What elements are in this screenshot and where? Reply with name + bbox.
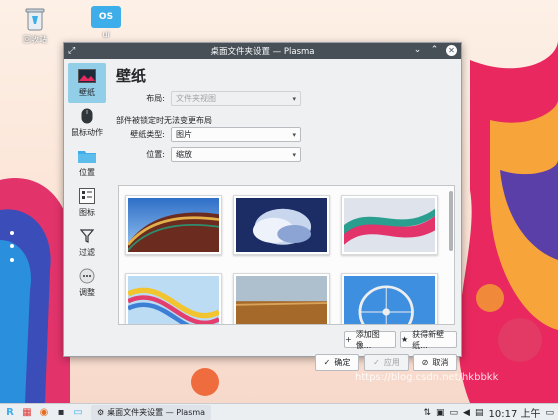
sidebar-label: 调整 (79, 288, 95, 297)
mouse-icon (78, 108, 96, 124)
task-item-folder-settings[interactable]: ⚙ 桌面文件夹设置 — Plasma (91, 404, 212, 420)
trash-label: 回收站 (23, 35, 47, 44)
add-image-label: 添加图像... (355, 329, 380, 350)
desktop-icon[interactable]: ▭ (71, 405, 85, 419)
wallpaper-thumbnail[interactable] (125, 273, 222, 324)
chevron-down-icon[interactable]: ⌄ (412, 45, 423, 56)
add-image-button[interactable]: + 添加图像... (344, 329, 396, 350)
check-icon: ✓ (373, 358, 380, 367)
wallpaper-thumbnail[interactable] (233, 273, 330, 324)
wallpaper-type-select[interactable]: 图片 ▾ (171, 127, 301, 142)
wallpaper-thumbnail[interactable] (341, 273, 438, 324)
sidebar-label: 壁纸 (79, 88, 95, 97)
positioning-select[interactable]: 缩放 ▾ (171, 147, 301, 162)
volume-icon[interactable]: ◀ (463, 408, 470, 418)
desktop-icon-trash[interactable]: 回收站 (15, 6, 55, 45)
wallpaper-grid (118, 185, 455, 325)
wallpaper-type-value: 图片 (176, 130, 192, 139)
firefox-icon[interactable]: ◉ (37, 405, 51, 419)
show-desktop-icon[interactable]: ▭ (545, 408, 554, 418)
cancel-button[interactable]: ⊘ 取消 (413, 354, 457, 371)
launcher-icon[interactable]: R (3, 405, 17, 419)
settings-content: 壁纸 布局: 文件夹视图 ▾ 部件被锁定时无法变更布局 壁纸类型: 图片 ▾ 位… (114, 63, 457, 371)
chevron-down-icon: ▾ (292, 94, 296, 103)
icons-icon (78, 188, 96, 204)
system-tray: ⇅ ▣ ▭ ◀ ▤ 10:17 上午 ▭ (423, 404, 554, 420)
watermark: https://blog.csdn.net/hkbbkk (355, 372, 499, 383)
ok-button[interactable]: ✓ 确定 (315, 354, 359, 371)
sidebar-item-tweaks[interactable]: 调整 (68, 263, 106, 303)
os-icon-label: ui (102, 30, 110, 39)
os-icon: OS (91, 6, 121, 28)
sidebar-item-icons[interactable]: 图标 (68, 183, 106, 223)
task-label: 桌面文件夹设置 — Plasma (107, 407, 206, 417)
dialog-title: 桌面文件夹设置 — Plasma (210, 47, 315, 57)
close-button[interactable]: ✕ (446, 45, 457, 56)
sidebar-label: 鼠标动作 (71, 128, 103, 137)
sidebar-label: 过滤 (79, 248, 95, 257)
sidebar-label: 图标 (79, 208, 95, 217)
clipboard-icon[interactable]: ▣ (436, 408, 445, 418)
settings-sidebar: 壁纸 鼠标动作 位置 图标 过滤 调整 (68, 63, 106, 303)
layout-value: 文件夹视图 (176, 94, 216, 103)
check-icon: ✓ (323, 358, 331, 367)
plus-icon: + (345, 335, 352, 344)
sidebar-item-wallpaper[interactable]: 壁纸 (68, 63, 106, 103)
apply-label: 应用 (383, 358, 400, 367)
wallpaper-thumbnail[interactable] (233, 195, 330, 255)
sidebar-item-filter[interactable]: 过滤 (68, 223, 106, 263)
trash-icon (25, 8, 45, 31)
wallpaper-thumbnail[interactable] (125, 195, 222, 255)
desktop-icon-os[interactable]: OS ui (86, 6, 126, 39)
layout-label: 布局: (146, 94, 165, 103)
cancel-label: 取消 (432, 358, 449, 367)
folder-icon (78, 148, 96, 164)
sidebar-label: 位置 (79, 168, 95, 177)
chevron-up-icon[interactable]: ⌃ (429, 45, 440, 56)
page-title: 壁纸 (116, 67, 147, 85)
star-icon: ★ (401, 335, 409, 344)
scrollbar-thumb[interactable] (449, 191, 453, 251)
wallpaper-type-row: 壁纸类型: 图片 ▾ (114, 127, 301, 142)
pin-icon[interactable]: ⤢ (68, 46, 75, 56)
wallpaper-grid-scrollbar[interactable] (449, 187, 454, 323)
terminal-icon[interactable]: ▪ (54, 405, 68, 419)
wallpaper-type-label: 壁纸类型: (130, 130, 165, 139)
taskbar: R ▦ ◉ ▪ ▭ ⚙ 桌面文件夹设置 — Plasma ⇅ ▣ ▭ ◀ ▤ 1… (0, 403, 558, 420)
positioning-row: 位置: 缩放 ▾ (114, 147, 301, 162)
display-icon[interactable]: ▭ (450, 408, 459, 418)
network-icon[interactable]: ⇅ (423, 408, 431, 418)
cancel-icon: ⊘ (421, 358, 429, 367)
settings-icon: ⚙ (97, 407, 105, 417)
lock-notice: 部件被锁定时无法变更布局 (116, 116, 212, 125)
wallpaper-icon (78, 68, 96, 84)
apply-button[interactable]: ✓ 应用 (364, 354, 409, 371)
positioning-value: 缩放 (176, 150, 192, 159)
app-icon[interactable]: ▦ (20, 405, 34, 419)
get-new-label: 获得新壁纸... (412, 329, 445, 350)
keyboard-icon[interactable]: ▤ (475, 408, 484, 418)
chevron-down-icon: ▾ (292, 150, 296, 159)
layout-select: 文件夹视图 ▾ (171, 91, 301, 106)
sidebar-item-mouse[interactable]: 鼠标动作 (68, 103, 106, 143)
filter-icon (78, 228, 96, 244)
folder-settings-dialog: ⤢ 桌面文件夹设置 — Plasma ⌄ ⌃ ✕ 壁纸 鼠标动作 位置 图标 过… (63, 42, 462, 371)
sidebar-item-location[interactable]: 位置 (68, 143, 106, 183)
ok-label: 确定 (334, 358, 351, 367)
tweaks-icon (78, 268, 96, 284)
clock[interactable]: 10:17 上午 (488, 405, 540, 420)
dialog-titlebar[interactable]: ⤢ 桌面文件夹设置 — Plasma ⌄ ⌃ ✕ (64, 43, 461, 59)
chevron-down-icon: ▾ (292, 130, 296, 139)
positioning-label: 位置: (146, 150, 165, 159)
layout-row: 布局: 文件夹视图 ▾ (114, 91, 301, 106)
get-new-wallpapers-button[interactable]: ★ 获得新壁纸... (400, 329, 457, 350)
wallpaper-thumbnail[interactable] (341, 195, 438, 255)
